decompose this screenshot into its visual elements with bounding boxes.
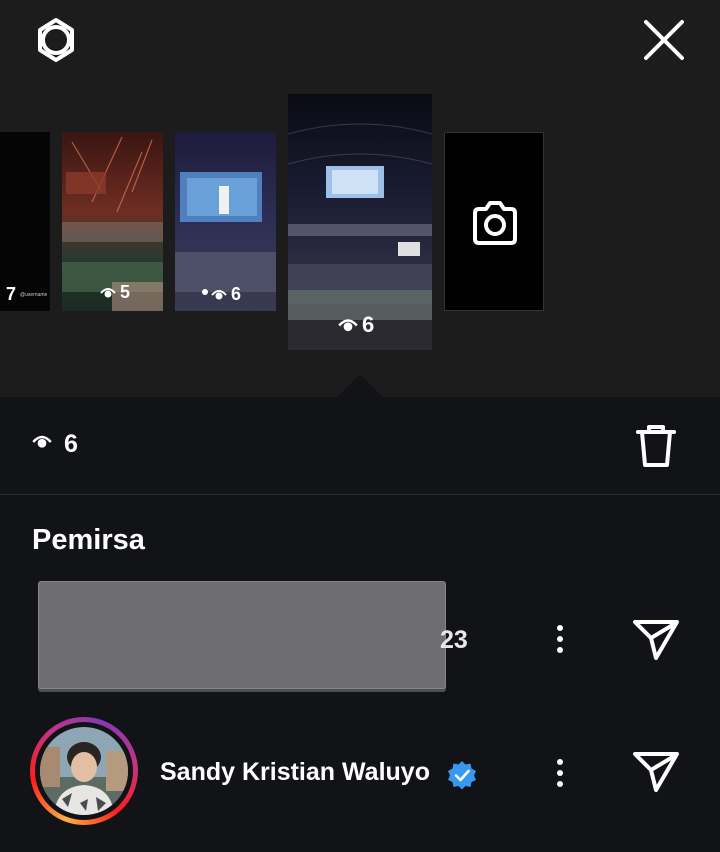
- send-message-button[interactable]: [632, 750, 680, 794]
- delete-button[interactable]: [632, 422, 680, 470]
- story-thumbnail[interactable]: 5: [62, 132, 163, 311]
- settings-button[interactable]: [30, 16, 82, 64]
- redaction-overlay: [38, 581, 446, 689]
- send-icon: [633, 620, 679, 660]
- viewer-name[interactable]: Sandy Kristian Waluyo: [160, 758, 430, 787]
- send-message-button[interactable]: [632, 618, 680, 662]
- avatar[interactable]: [30, 717, 138, 825]
- close-button[interactable]: [640, 16, 688, 64]
- add-story-button[interactable]: [444, 132, 544, 311]
- story-view-count: 5: [100, 282, 130, 303]
- eye-icon: [211, 289, 227, 299]
- camera-icon: [473, 201, 517, 245]
- stats-row: 6: [0, 398, 720, 495]
- story-view-count: 7: [6, 284, 17, 304]
- more-options-button[interactable]: [548, 754, 572, 798]
- send-icon: [633, 752, 679, 792]
- story-view-count: 6: [338, 312, 374, 338]
- eye-icon: [32, 435, 52, 448]
- gear-icon: [38, 18, 74, 62]
- story-thumbnail[interactable]: 6: [175, 132, 276, 311]
- selection-pointer: [336, 374, 384, 398]
- story-view-count: 6: [211, 284, 241, 305]
- more-options-button[interactable]: [548, 620, 572, 664]
- view-count: 6: [64, 430, 78, 458]
- viewers-section-title: Pemirsa: [32, 524, 145, 556]
- eye-icon: [338, 318, 358, 331]
- story-thumbnail[interactable]: 7 @username: [0, 132, 50, 311]
- close-icon: [644, 20, 684, 60]
- trash-icon: [636, 425, 676, 467]
- story-thumbnail-selected[interactable]: 6: [288, 94, 432, 350]
- verified-badge-icon: [448, 761, 476, 790]
- story-caption: @username: [20, 292, 48, 298]
- avatar-image: [40, 727, 128, 815]
- viewer-name-partial: 23: [440, 626, 468, 654]
- eye-icon: [100, 287, 116, 297]
